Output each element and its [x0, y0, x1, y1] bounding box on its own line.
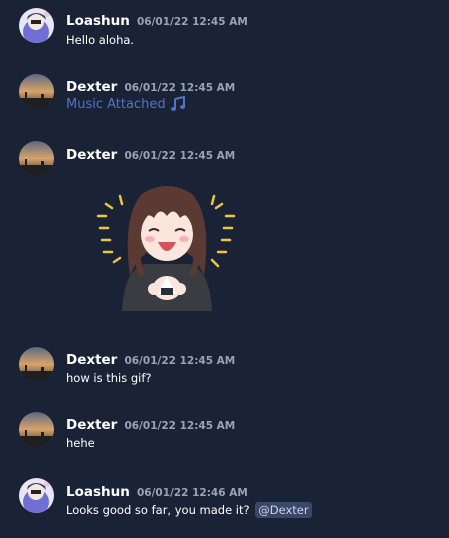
timestamp: 06/01/22 12:46 AM: [136, 487, 248, 499]
avatar-loashun[interactable]: [19, 478, 54, 513]
timestamp: 06/01/22 12:45 AM: [124, 150, 236, 162]
avatar-loashun[interactable]: [19, 8, 54, 43]
message-text: Looks good so far, you made it?: [66, 503, 250, 517]
author-name[interactable]: Dexter: [66, 147, 117, 163]
message-header: Loashun 06/01/22 12:46 AM: [66, 481, 248, 500]
message-header: Loashun 06/01/22 12:45 AM: [66, 10, 248, 29]
avatar-dexter[interactable]: [19, 412, 54, 447]
author-name[interactable]: Loashun: [66, 13, 130, 29]
timestamp: 06/01/22 12:45 AM: [124, 355, 236, 367]
author-name[interactable]: Dexter: [66, 79, 117, 95]
author-name[interactable]: Loashun: [66, 484, 130, 500]
message-header: Dexter 06/01/22 12:45 AM: [66, 414, 235, 433]
message-header: Dexter 06/01/22 12:45 AM: [66, 144, 235, 163]
music-attachment-link[interactable]: Music Attached: [66, 96, 186, 112]
anime-girl-gif[interactable]: [92, 176, 242, 320]
author-name[interactable]: Dexter: [66, 417, 117, 433]
avatar-dexter[interactable]: [19, 141, 54, 176]
timestamp: 06/01/22 12:45 AM: [136, 16, 248, 28]
message-text-row: Looks good so far, you made it? @Dexter: [66, 502, 312, 518]
message-header: Dexter 06/01/22 12:45 AM: [66, 349, 235, 368]
music-attachment-label[interactable]: Music Attached: [66, 97, 166, 112]
chat-message-list: Loashun 06/01/22 12:45 AM Hello aloha. D…: [0, 0, 449, 538]
message-header: Dexter 06/01/22 12:45 AM: [66, 76, 235, 95]
music-note-icon: [170, 96, 185, 111]
timestamp: 06/01/22 12:45 AM: [124, 82, 236, 94]
message-text: Hello aloha.: [66, 33, 135, 47]
author-name[interactable]: Dexter: [66, 352, 117, 368]
timestamp: 06/01/22 12:45 AM: [124, 420, 236, 432]
message-text: how is this gif?: [66, 371, 152, 385]
avatar-dexter[interactable]: [19, 74, 54, 109]
message-text: hehe: [66, 436, 95, 450]
avatar-dexter[interactable]: [19, 347, 54, 382]
user-mention[interactable]: @Dexter: [255, 502, 312, 518]
